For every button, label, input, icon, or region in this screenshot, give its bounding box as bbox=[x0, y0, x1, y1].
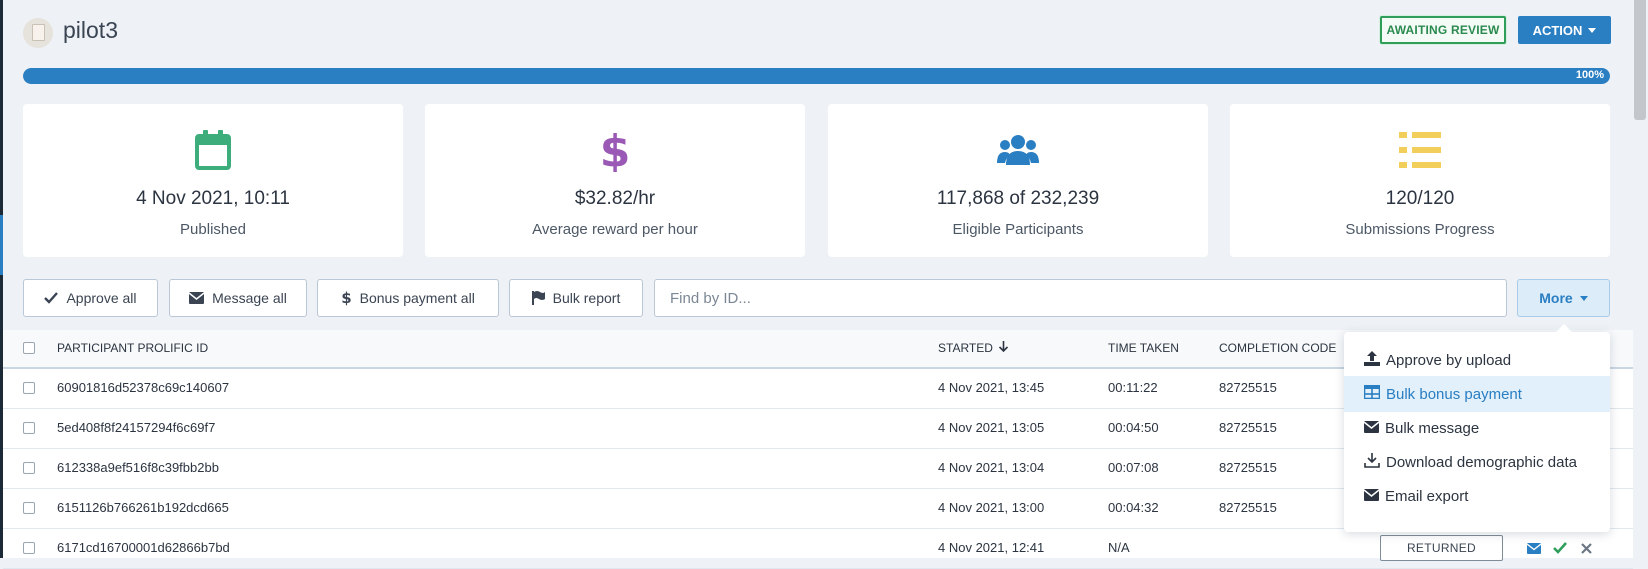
menu-item-label: Email export bbox=[1385, 487, 1469, 505]
menu-item-email-export[interactable]: Email export bbox=[1344, 478, 1610, 514]
reward-label: Average reward per hour bbox=[532, 221, 698, 238]
participant-id: 5ed408f8f24157294f6c69f7 bbox=[57, 420, 216, 435]
started-time: 4 Nov 2021, 13:05 bbox=[938, 420, 1045, 435]
more-button[interactable]: More bbox=[1517, 279, 1610, 317]
message-participant-icon[interactable] bbox=[1526, 540, 1542, 556]
approve-all-label: Approve all bbox=[66, 290, 137, 306]
users-icon bbox=[828, 128, 1208, 172]
action-button[interactable]: ACTION bbox=[1518, 16, 1611, 44]
stat-card-eligible: 117,868 of 232,239 Eligible Participants bbox=[828, 104, 1208, 257]
participant-id: 60901816d52378c69c140607 bbox=[57, 380, 230, 395]
select-all-checkbox[interactable] bbox=[23, 342, 35, 354]
submissions-label: Submissions Progress bbox=[1345, 221, 1495, 238]
time-taken: N/A bbox=[1108, 540, 1130, 555]
bulk-report-button[interactable]: Bulk report bbox=[509, 279, 643, 317]
time-taken: 00:04:32 bbox=[1108, 500, 1159, 515]
stat-card-published: 4 Nov 2021, 10:11 Published bbox=[23, 104, 403, 257]
list-icon bbox=[1230, 128, 1610, 172]
flag-icon bbox=[531, 291, 545, 305]
menu-item-label: Download demographic data bbox=[1386, 453, 1577, 471]
participant-id: 6171cd16700001d62866b7bd bbox=[57, 540, 230, 555]
scrollbar-thumb[interactable] bbox=[1634, 0, 1646, 120]
participant-id: 6151126b766261b192dcd665 bbox=[57, 500, 229, 515]
column-started-label: STARTED bbox=[938, 341, 993, 355]
started-time: 4 Nov 2021, 13:00 bbox=[938, 500, 1045, 515]
dollar-icon: $ bbox=[341, 289, 352, 307]
menu-item-bulk-message[interactable]: Bulk message bbox=[1344, 410, 1610, 446]
column-time-taken[interactable]: TIME TAKEN bbox=[1108, 330, 1179, 367]
arrow-down-icon bbox=[999, 330, 1009, 367]
returned-status-badge: RETURNED bbox=[1380, 535, 1503, 561]
dollar-icon: $ bbox=[425, 128, 805, 172]
study-title: pilot3 bbox=[63, 17, 118, 43]
time-taken: 00:11:22 bbox=[1108, 380, 1158, 395]
bulk-report-label: Bulk report bbox=[552, 290, 621, 306]
row-checkbox[interactable] bbox=[23, 542, 35, 554]
eligible-value: 117,868 of 232,239 bbox=[936, 188, 1100, 209]
participant-id: 612338a9ef516f8c39fbb2bb bbox=[57, 460, 219, 475]
calendar-icon bbox=[23, 128, 403, 172]
column-completion-code[interactable]: COMPLETION CODE bbox=[1219, 330, 1336, 367]
check-icon bbox=[44, 292, 59, 304]
caret-down-icon bbox=[1579, 295, 1588, 301]
envelope-icon bbox=[1363, 420, 1380, 437]
stat-card-reward: $ $32.82/hr Average reward per hour bbox=[425, 104, 805, 257]
time-taken: 00:04:50 bbox=[1108, 420, 1159, 435]
completion-code: 82725515 bbox=[1219, 420, 1277, 435]
approve-check-icon[interactable] bbox=[1552, 540, 1568, 556]
reward-value: $32.82/hr bbox=[574, 188, 656, 209]
status-badge: AWAITING REVIEW bbox=[1380, 16, 1506, 44]
menu-item-label: Approve by upload bbox=[1386, 351, 1512, 369]
approve-all-button[interactable]: Approve all bbox=[23, 279, 158, 317]
study-icon bbox=[23, 18, 53, 48]
menu-item-download-demographic-data[interactable]: Download demographic data bbox=[1344, 444, 1610, 480]
published-value: 4 Nov 2021, 10:11 bbox=[136, 188, 290, 209]
row-checkbox[interactable] bbox=[23, 502, 35, 514]
more-button-label: More bbox=[1539, 290, 1573, 306]
caret-down-icon bbox=[1588, 27, 1597, 33]
column-participant-id[interactable]: PARTICIPANT PROLIFIC ID bbox=[57, 330, 208, 367]
published-label: Published bbox=[180, 221, 246, 238]
message-all-label: Message all bbox=[212, 290, 287, 306]
action-button-label: ACTION bbox=[1532, 22, 1583, 38]
reject-x-icon[interactable] bbox=[1578, 540, 1594, 556]
completion-code: 82725515 bbox=[1219, 380, 1277, 395]
started-time: 4 Nov 2021, 13:04 bbox=[938, 460, 1045, 475]
download-icon bbox=[1364, 452, 1380, 472]
time-taken: 00:07:08 bbox=[1108, 460, 1159, 475]
row-checkbox[interactable] bbox=[23, 382, 35, 394]
row-checkbox[interactable] bbox=[23, 462, 35, 474]
study-progress-bar: 100% bbox=[23, 68, 1610, 84]
envelope-icon bbox=[1363, 488, 1380, 505]
envelope-icon bbox=[189, 292, 205, 304]
upload-icon bbox=[1364, 350, 1380, 370]
table-row[interactable]: 6171cd16700001d62866b7bd 4 Nov 2021, 12:… bbox=[3, 528, 1633, 569]
started-time: 4 Nov 2021, 13:45 bbox=[938, 380, 1045, 395]
find-by-id-input[interactable] bbox=[654, 279, 1507, 317]
progress-fill: 100% bbox=[23, 68, 1610, 84]
eligible-label: Eligible Participants bbox=[952, 221, 1084, 238]
bonus-payment-all-label: Bonus payment all bbox=[359, 290, 475, 306]
bonus-payment-all-button[interactable]: $ Bonus payment all bbox=[317, 279, 499, 317]
progress-label: 100% bbox=[1575, 69, 1604, 81]
svg-text:$: $ bbox=[601, 128, 629, 172]
more-dropdown-menu: Approve by upload Bulk bonus payment Bul… bbox=[1344, 332, 1610, 532]
menu-item-bulk-bonus-payment[interactable]: Bulk bonus payment bbox=[1344, 376, 1610, 412]
table-icon bbox=[1363, 384, 1381, 403]
message-all-button[interactable]: Message all bbox=[169, 279, 307, 317]
dropdown-pointer bbox=[1556, 324, 1572, 332]
row-checkbox[interactable] bbox=[23, 422, 35, 434]
stat-card-submissions: 120/120 Submissions Progress bbox=[1230, 104, 1610, 257]
submissions-value: 120/120 bbox=[1385, 188, 1455, 209]
started-time: 4 Nov 2021, 12:41 bbox=[938, 540, 1045, 555]
menu-item-approve-by-upload[interactable]: Approve by upload bbox=[1344, 342, 1610, 378]
completion-code: 82725515 bbox=[1219, 460, 1277, 475]
column-started[interactable]: STARTED bbox=[938, 330, 1009, 367]
menu-item-label: Bulk message bbox=[1385, 419, 1480, 437]
menu-item-label: Bulk bonus payment bbox=[1386, 385, 1522, 403]
completion-code: 82725515 bbox=[1219, 500, 1277, 515]
